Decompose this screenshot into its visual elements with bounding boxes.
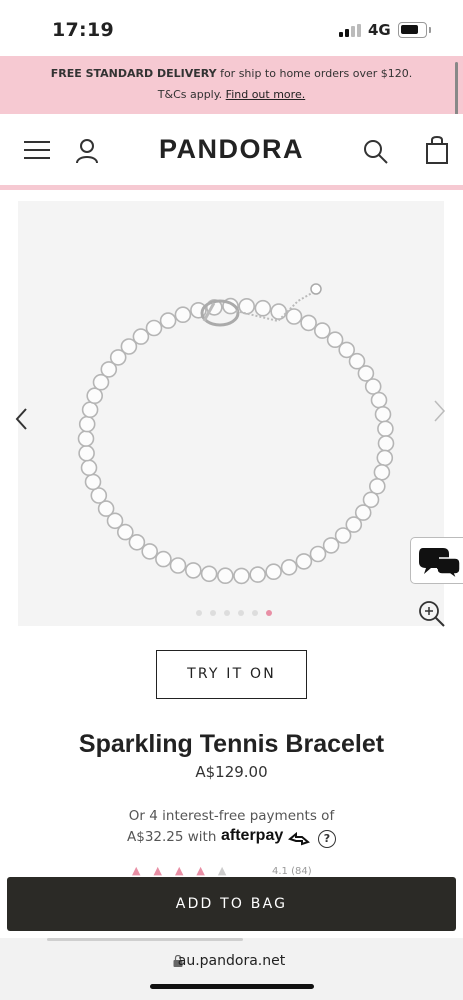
bracelet-stone: [80, 459, 98, 476]
afterpay-text: Or 4 interest-free payments of: [128, 808, 335, 824]
bracelet-stone: [270, 303, 287, 320]
bracelet-stone: [364, 378, 382, 395]
promo-bold: FREE STANDARD DELIVERY: [50, 67, 217, 80]
bracelet-stone: [374, 406, 392, 423]
carousel-dot[interactable]: [196, 610, 202, 616]
promo-text: for ship to home orders over $120.: [216, 67, 413, 80]
bracelet-stone: [368, 478, 386, 495]
bracelet-stone: [233, 567, 250, 585]
bracelet-stone: [174, 306, 192, 323]
bracelet-stone: [314, 322, 331, 339]
promo-terms: T&Cs apply.: [157, 88, 223, 101]
bracelet-stone: [217, 567, 234, 585]
carousel-dot[interactable]: [210, 610, 216, 616]
bag-icon[interactable]: [426, 136, 448, 164]
bracelet-stone: [200, 565, 218, 583]
bracelet-stone: [185, 562, 202, 579]
bracelet-stone: [322, 537, 340, 554]
bracelet-stone: [309, 545, 327, 563]
chat-icon: [419, 548, 461, 582]
network-label: 4G: [368, 21, 391, 39]
star-icon: ▲: [217, 864, 240, 877]
afterpay-mark-icon: [288, 832, 310, 846]
carousel-dot[interactable]: [252, 610, 258, 616]
afterpay-logo: afterpay: [221, 827, 284, 844]
bracelet-stone: [77, 430, 95, 447]
bracelet-stone: [300, 314, 317, 332]
carousel-dot[interactable]: [238, 610, 244, 616]
bracelet-stone: [78, 415, 96, 433]
star-icon: ▲: [153, 864, 175, 877]
star-icon: ▲: [196, 864, 218, 877]
add-to-bag-button[interactable]: ADD TO BAG: [7, 877, 456, 931]
browser-url-bar[interactable]: [0, 938, 463, 1000]
product-image[interactable]: [18, 201, 444, 626]
info-icon[interactable]: ?: [318, 830, 336, 848]
star-icon: ▲: [174, 864, 197, 877]
status-bar: 17:19 4G: [0, 0, 463, 56]
bracelet-stone: [141, 543, 158, 560]
bracelet-stone: [373, 464, 391, 481]
battery-icon: [398, 22, 427, 38]
product-price: A$129.00: [195, 763, 268, 781]
bracelet-stone: [249, 566, 266, 583]
chevron-right-icon[interactable]: [431, 400, 447, 422]
bracelet-stone: [280, 558, 298, 576]
bracelet-stone: [90, 487, 108, 504]
zoom-icon[interactable]: [418, 600, 446, 628]
chevron-left-icon[interactable]: [14, 408, 30, 430]
bracelet-image: [77, 283, 395, 585]
bracelet-stone: [376, 449, 394, 467]
bracelet-stone: [84, 473, 102, 491]
bracelet-stone: [145, 319, 163, 337]
rating-stars: ▲▲▲▲▲: [132, 864, 239, 877]
header-divider: [0, 185, 463, 190]
bracelet-stone: [377, 435, 395, 452]
star-icon: ▲: [132, 864, 154, 877]
carousel-dot[interactable]: [224, 610, 230, 616]
bracelet-stone: [295, 553, 313, 570]
promo-banner: FREE STANDARD DELIVERY for ship to home …: [0, 56, 463, 114]
bracelet-stone: [254, 299, 272, 317]
chat-button[interactable]: [410, 537, 463, 584]
review-count[interactable]: 4.1 (84): [272, 866, 312, 877]
bracelet-stone: [86, 387, 104, 404]
bracelet-stone: [155, 550, 172, 568]
bracelet-stone: [169, 557, 187, 574]
bracelet-stone: [81, 401, 99, 418]
url-text[interactable]: au.pandora.net: [0, 953, 463, 969]
bracelet-stone: [377, 420, 394, 438]
bracelet-stone: [265, 563, 282, 581]
bracelet-stone: [78, 444, 95, 462]
site-header: PANDORA: [0, 114, 463, 188]
bracelet-stone: [132, 328, 150, 345]
search-icon[interactable]: [363, 139, 389, 165]
carousel-dot[interactable]: [266, 610, 272, 616]
pandora-logo[interactable]: PANDORA: [0, 134, 463, 165]
signal-icon: [339, 24, 361, 37]
product-title: Sparkling Tennis Bracelet: [78, 730, 385, 758]
promo-link[interactable]: Find out more.: [226, 88, 306, 101]
afterpay-amount: A$32.25 with: [127, 829, 217, 845]
try-it-on-button[interactable]: TRY IT ON: [156, 650, 307, 699]
home-indicator[interactable]: [150, 984, 314, 989]
carousel-dots: [196, 601, 280, 616]
bracelet-stone: [159, 312, 177, 329]
status-time: 17:19: [52, 19, 114, 41]
bracelet-stone: [370, 391, 388, 409]
